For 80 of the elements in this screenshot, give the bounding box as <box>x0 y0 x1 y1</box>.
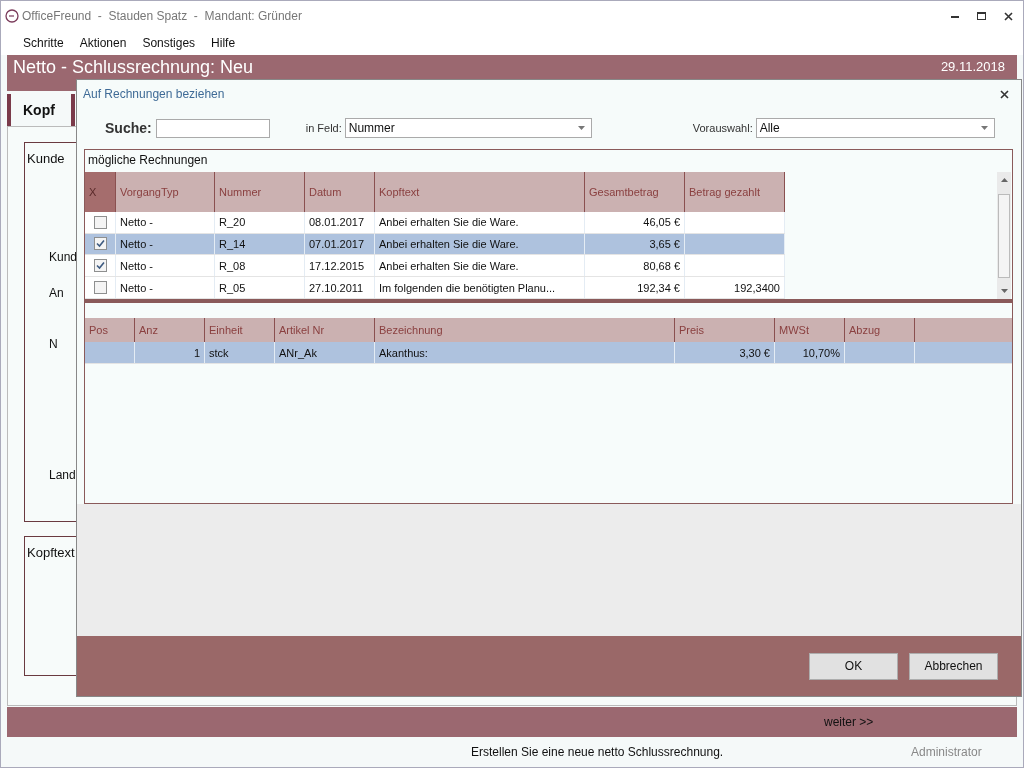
column-header[interactable]: Gesamtbetrag <box>585 172 685 212</box>
table-cell: 1 <box>135 342 205 363</box>
checkbox[interactable] <box>93 215 107 229</box>
table-cell: R_20 <box>215 211 305 233</box>
table-cell: 27.10.2011 <box>305 277 375 298</box>
menu-item[interactable]: Aktionen <box>79 36 127 50</box>
column-header[interactable]: VorgangTyp <box>116 172 215 212</box>
group-title: Kopftext <box>27 545 75 560</box>
search-label: Suche: <box>105 120 152 136</box>
table-cell: Netto - <box>116 255 215 277</box>
table-cell: Akanthus: <box>375 342 675 363</box>
table-cell: Anbei erhalten Sie die Ware. <box>375 211 585 233</box>
checkbox[interactable] <box>93 237 107 251</box>
table-cell: R_08 <box>215 255 305 277</box>
table-cell: 3,65 € <box>585 233 685 255</box>
table-cell: 192,3400 <box>685 277 785 298</box>
table-cell: Anbei erhalten Sie die Ware. <box>375 233 585 255</box>
table-cell: 3,30 € <box>675 342 775 363</box>
column-header[interactable]: Nummer <box>215 172 305 212</box>
user-label: Administrator <box>911 745 982 759</box>
scroll-up-icon[interactable] <box>1000 178 1008 182</box>
table-cell: Im folgenden die benötigten Planu... <box>375 277 585 298</box>
table-cell: R_05 <box>215 277 305 298</box>
menu-item[interactable]: Sonstiges <box>142 36 196 50</box>
table-cell: Netto - <box>116 211 215 233</box>
checkbox[interactable] <box>93 259 107 273</box>
minimize-icon[interactable] <box>951 14 959 18</box>
table-cell: 10,70% <box>775 342 845 363</box>
group-title: Kunde <box>27 151 65 166</box>
field-label: Land <box>49 468 76 482</box>
table-cell: ANr_Ak <box>275 342 375 363</box>
preselect-dropdown[interactable]: Alle <box>755 118 995 138</box>
table-row[interactable]: Netto - R_05 27.10.2011 Im folgenden die benötigten Planu... 192,34 € 192,3400 <box>85 277 785 299</box>
table-cell: Anbei erhalten Sie die Ware. <box>375 255 585 277</box>
date-label: 29.11.2018 <box>940 58 1005 76</box>
window-title: OfficeFreund - Stauden Spatz - Mandant: Gründer <box>22 9 302 23</box>
column-header[interactable]: X <box>85 172 116 212</box>
panel-caption: mögliche Rechnungen <box>87 152 209 169</box>
table-row[interactable]: Netto - R_14 07.01.2017 Anbei erhalten Sie die Ware. 3,65 € <box>85 233 785 256</box>
dialog-title: Auf Rechnungen beziehen <box>83 87 225 101</box>
table-cell: 192,34 € <box>585 277 685 298</box>
search-field[interactable] <box>155 118 270 138</box>
close-icon[interactable] <box>1000 89 1009 99</box>
table-cell: 80,68 € <box>585 255 685 277</box>
tab[interactable]: Kopf <box>7 94 75 126</box>
checkbox[interactable] <box>93 281 107 295</box>
column-header[interactable]: Kopftext <box>375 172 585 212</box>
preselect-label: Vorauswahl: <box>692 122 753 134</box>
menu-item[interactable]: Schritte <box>23 36 64 50</box>
field-label: Kund <box>49 250 78 264</box>
close-icon[interactable] <box>1004 11 1013 21</box>
next-link[interactable]: weiter >> <box>824 715 874 729</box>
table-cell: 08.01.2017 <box>305 211 375 233</box>
table-cell: 07.01.2017 <box>305 233 375 255</box>
dialog-button[interactable]: Abbrechen <box>909 652 998 680</box>
scrollbar[interactable] <box>997 172 1011 299</box>
field-dropdown[interactable]: Nummer <box>344 118 592 138</box>
field-label: N <box>49 337 58 351</box>
table-cell: stck <box>205 342 275 363</box>
table-cell: Netto - <box>116 233 215 255</box>
column-header[interactable]: Betrag gezahlt <box>685 172 785 212</box>
status-message: Erstellen Sie eine neue netto Schlussrechnung. <box>471 745 725 759</box>
table-row[interactable]: 1 stck ANr_Ak Akanthus: 3,30 € 10,70% <box>85 342 1012 364</box>
maximize-icon[interactable] <box>977 12 986 20</box>
dropdown-arrow-icon <box>577 126 585 130</box>
table-cell: 46,05 € <box>585 211 685 233</box>
scroll-down-icon[interactable] <box>1000 289 1008 293</box>
page-title: Netto - Schlussrechnung: Neu <box>13 57 254 77</box>
table-row[interactable]: Netto - R_20 08.01.2017 Anbei erhalten Sie die Ware. 46,05 € <box>85 211 785 234</box>
table-cell: Netto - <box>116 277 215 298</box>
menu-item[interactable]: Hilfe <box>211 36 236 50</box>
field-label: An <box>49 286 64 300</box>
table-row[interactable]: Netto - R_08 17.12.2015 Anbei erhalten Sie die Ware. 80,68 € <box>85 255 785 278</box>
table-cell: R_14 <box>215 233 305 255</box>
dialog-button[interactable]: OK <box>809 652 898 680</box>
column-header[interactable]: Datum <box>305 172 375 212</box>
table-cell: 17.12.2015 <box>305 255 375 277</box>
app-logo-icon <box>5 9 19 23</box>
dropdown-arrow-icon <box>980 126 988 130</box>
field-label: in Feld: <box>305 122 342 134</box>
